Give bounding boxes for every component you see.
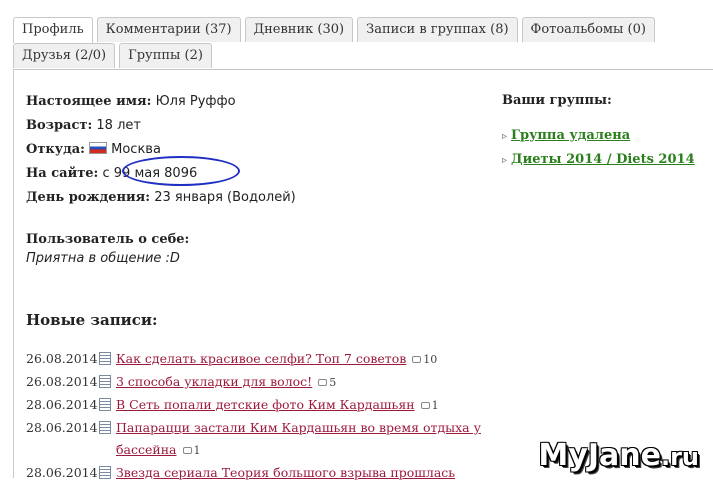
group-link-diets[interactable]: Диеты 2014 / Diets 2014 [511, 152, 695, 167]
tab-row-1: Профиль Комментарии (37) Дневник (30) За… [13, 17, 713, 43]
arrow-icon: ▹ [502, 155, 508, 166]
russia-flag-icon [89, 142, 108, 154]
list-item: 26.08.2014 Как сделать красивое селфи? Т… [26, 348, 496, 371]
birthday-value: 23 января (Водолей) [154, 190, 296, 205]
document-icon [99, 375, 111, 388]
real-name-field: Настоящее имя: Юля Руффо [26, 92, 486, 116]
post-link[interactable]: В Сеть попали детские фото Ким Кардашьян [116, 397, 415, 412]
posts-list: 26.08.2014 Как сделать красивое селфи? Т… [26, 348, 496, 484]
post-date: 26.08.2014 [26, 351, 98, 366]
birthday-field: День рождения: 23 января (Водолей) [26, 188, 486, 212]
on-site-value: с 99 мая 8096 [102, 166, 198, 181]
comment-count-value: 10 [423, 353, 438, 366]
list-item: 26.08.2014 3 способа укладки для волос! 5 [26, 371, 496, 394]
comment-count: 1 [182, 444, 201, 457]
age-field: Возраст: 18 лет [26, 116, 486, 140]
list-item: 28.06.2014 Звезда сериала Теория большог… [26, 462, 496, 484]
watermark-main: MyJane [538, 438, 661, 473]
age-value: 18 лет [96, 118, 141, 133]
document-icon [99, 352, 111, 365]
real-name-value: Юля Руффо [155, 94, 236, 109]
post-link[interactable]: 3 способа укладки для волос! [116, 374, 312, 389]
location-value: Москва [111, 142, 161, 157]
content-border [13, 69, 14, 478]
birthday-label: День рождения: [26, 190, 151, 205]
comment-icon [412, 356, 422, 363]
post-link[interactable]: Папарацци застали Ким Кардашьян во время… [116, 420, 481, 457]
group-item: ▹ Группа удалена [502, 124, 712, 148]
tab-row-2: Друзья (2/0) Группы (2) [13, 43, 713, 69]
comment-count: 1 [420, 399, 439, 412]
comment-icon [318, 379, 328, 386]
document-icon [99, 421, 111, 434]
location-label: Откуда: [26, 142, 85, 157]
groups-title: Ваши группы: [502, 93, 612, 108]
arrow-icon: ▹ [502, 131, 508, 142]
tab-comments[interactable]: Комментарии (37) [96, 17, 241, 42]
comment-count: 10 [412, 353, 437, 366]
tab-groups[interactable]: Группы (2) [119, 43, 212, 68]
group-link-deleted[interactable]: Группа удалена [511, 128, 630, 143]
comment-icon [420, 402, 430, 409]
profile-tabs: Профиль Комментарии (37) Дневник (30) За… [13, 17, 713, 69]
list-item: 28.06.2014 Папарацци застали Ким Кардашь… [26, 417, 496, 462]
watermark-logo: MyJane.ru [538, 438, 699, 473]
tab-friends[interactable]: Друзья (2/0) [13, 43, 116, 68]
comment-count-value: 1 [431, 399, 439, 412]
tab-diary[interactable]: Дневник (30) [244, 17, 354, 42]
group-item: ▹ Диеты 2014 / Diets 2014 [502, 148, 712, 172]
about-label: Пользователь о себе: [26, 232, 190, 247]
tab-photo-albums[interactable]: Фотоальбомы (0) [521, 17, 655, 42]
comment-count: 5 [318, 376, 336, 389]
list-item: 28.06.2014 В Сеть попали детские фото Ки… [26, 394, 496, 417]
post-date: 28.06.2014 [26, 420, 98, 435]
document-icon [99, 398, 111, 411]
post-date: 26.08.2014 [26, 374, 98, 389]
watermark-suffix: .ru [660, 443, 699, 471]
about-text: Приятна в общение :D [26, 251, 180, 266]
document-icon [99, 466, 111, 479]
comment-count-value: 5 [329, 376, 337, 389]
on-site-field: На сайте: с 99 мая 8096 [26, 164, 486, 188]
profile-info: Настоящее имя: Юля Руффо Возраст: 18 лет… [26, 92, 486, 268]
tab-divider [13, 69, 713, 70]
user-groups: Ваши группы: ▹ Группа удалена ▹ Диеты 2014… [502, 93, 712, 172]
age-label: Возраст: [26, 118, 93, 133]
post-date: 28.06.2014 [26, 397, 98, 412]
tab-group-posts[interactable]: Записи в группах (8) [357, 17, 518, 42]
comment-icon [182, 447, 192, 454]
comment-count-value: 1 [193, 444, 201, 457]
posts-title: Новые записи: [26, 311, 158, 329]
post-date: 28.06.2014 [26, 465, 98, 480]
real-name-label: Настоящее имя: [26, 94, 152, 109]
on-site-label: На сайте: [26, 166, 99, 181]
post-link[interactable]: Как сделать красивое селфи? Топ 7 совето… [116, 351, 406, 366]
location-field: Откуда: Москва [26, 140, 486, 164]
tab-profile[interactable]: Профиль [13, 17, 93, 43]
